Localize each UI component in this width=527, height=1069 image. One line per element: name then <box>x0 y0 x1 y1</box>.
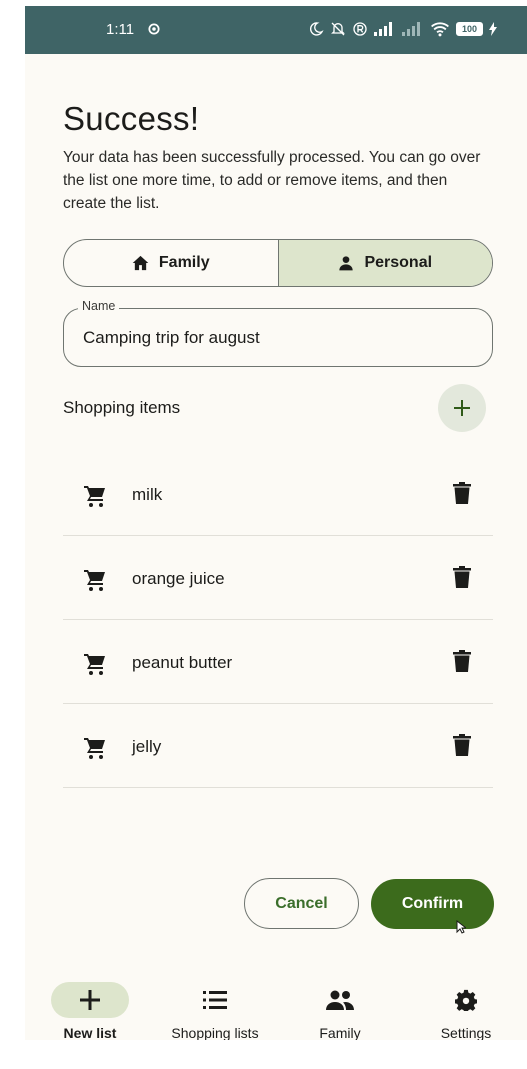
charging-icon <box>489 22 497 36</box>
mouse-cursor-icon <box>456 920 466 934</box>
list-item: jelly <box>63 704 493 788</box>
shopping-items-list: milk orange juice peanut butter jelly <box>63 452 493 788</box>
list-type-toggle: Family Personal <box>63 239 493 287</box>
segment-personal-label: Personal <box>364 254 433 271</box>
nav-settings-label: Settings <box>440 1025 492 1040</box>
status-settings-icon <box>147 22 161 36</box>
list-item: peanut butter <box>63 620 493 704</box>
cart-icon <box>84 486 105 507</box>
item-label: milk <box>132 485 163 504</box>
add-item-button[interactable] <box>438 384 486 432</box>
segment-family[interactable]: Family <box>64 240 279 286</box>
status-time: 1:11 <box>106 21 135 38</box>
plus-icon <box>80 990 100 1010</box>
nav-shopping-lists-indicator <box>176 982 254 1018</box>
delete-icon[interactable] <box>453 566 471 588</box>
delete-icon[interactable] <box>453 482 471 504</box>
registered-icon <box>353 22 367 36</box>
shopping-items-heading: Shopping items <box>63 398 181 417</box>
cart-icon <box>84 738 105 759</box>
cart-icon <box>84 570 105 591</box>
list-item: orange juice <box>63 536 493 620</box>
signal-weak-icon <box>402 22 420 36</box>
plus-icon <box>454 400 470 416</box>
list-icon <box>203 991 227 1009</box>
item-label: jelly <box>132 737 162 756</box>
name-field-value[interactable]: Camping trip for august <box>83 328 260 348</box>
page-subtitle: Your data has been successfully processe… <box>63 149 481 212</box>
page-title: Success! <box>63 100 200 137</box>
status-bar: 1:11 100 <box>25 6 527 54</box>
cancel-button[interactable]: Cancel <box>244 878 359 929</box>
nav-family-label: Family <box>319 1025 361 1040</box>
name-field-label: Name <box>78 299 120 313</box>
item-label: peanut butter <box>132 653 233 672</box>
delete-icon[interactable] <box>453 734 471 756</box>
nav-settings[interactable]: Settings <box>403 969 527 1040</box>
cart-icon <box>84 654 105 675</box>
list-item: milk <box>63 452 493 536</box>
nav-settings-indicator <box>427 982 505 1018</box>
nav-family-indicator <box>301 982 379 1018</box>
battery-icon: 100 <box>456 22 483 36</box>
item-label: orange juice <box>132 569 225 588</box>
segment-personal[interactable]: Personal <box>278 240 492 286</box>
bottom-navigation: New list Shopping lists Family Settings <box>25 969 527 1040</box>
nav-new-list[interactable]: New list <box>27 969 153 1040</box>
gear-icon <box>455 989 477 1011</box>
wifi-icon <box>431 22 449 37</box>
nav-new-list-indicator <box>51 982 129 1018</box>
status-icons: 100 <box>308 19 497 39</box>
nav-shopping-lists-label: Shopping lists <box>171 1025 259 1040</box>
home-icon <box>132 255 149 271</box>
nav-family[interactable]: Family <box>277 969 403 1040</box>
mute-icon <box>331 22 345 36</box>
nav-new-list-label: New list <box>63 1025 117 1040</box>
name-field[interactable]: Name Camping trip for august <box>63 299 493 367</box>
delete-icon[interactable] <box>453 650 471 672</box>
person-icon <box>339 256 354 271</box>
group-icon <box>326 990 354 1010</box>
moon-icon <box>309 22 324 36</box>
signal-icon <box>374 22 392 36</box>
segment-family-label: Family <box>158 254 210 271</box>
confirm-button[interactable]: Confirm <box>371 879 494 929</box>
app-screen: 1:11 100 Success! Your data has been suc… <box>25 6 527 1040</box>
nav-shopping-lists[interactable]: Shopping lists <box>152 969 278 1040</box>
